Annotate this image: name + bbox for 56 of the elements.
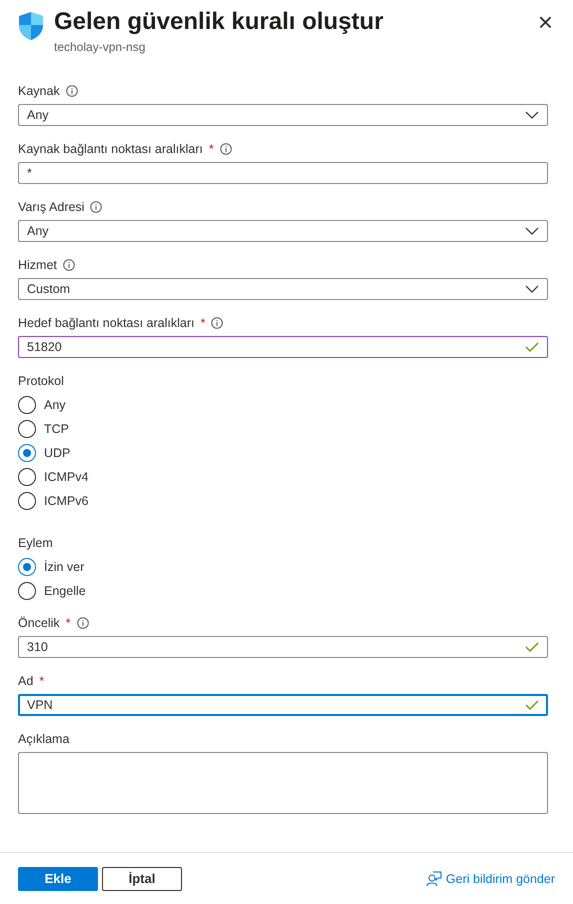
cancel-button[interactable]: İptal	[102, 866, 182, 890]
field-label: Protokol	[18, 374, 64, 388]
required-mark: *	[208, 142, 214, 156]
radio-option[interactable]: İzin ver	[18, 558, 548, 576]
field-label: Açıklama	[18, 732, 70, 746]
feedback-link[interactable]: Geri bildirim gönder	[420, 870, 561, 888]
required-mark: *	[39, 674, 44, 688]
field-label: Varış Adresi	[18, 200, 84, 214]
info-icon[interactable]	[76, 617, 89, 629]
radio-option[interactable]: ICMPv4	[18, 468, 548, 486]
radio-button[interactable]	[18, 396, 36, 414]
input-field[interactable]: VPN	[18, 694, 548, 716]
info-icon[interactable]	[211, 317, 224, 329]
dropdown[interactable]: Any	[18, 104, 548, 126]
close-button[interactable]: ×	[532, 8, 559, 36]
panel-subtitle: techolay-vpn-nsg	[54, 40, 146, 54]
shield-icon	[18, 11, 44, 41]
input-field[interactable]: 51820	[18, 336, 548, 358]
field-label: Kaynak	[18, 84, 60, 98]
panel-title: Gelen güvenlik kuralı oluştur	[54, 8, 384, 36]
feedback-icon	[426, 870, 442, 886]
radio-option[interactable]: ICMPv6	[18, 492, 548, 510]
chevron-down-icon	[525, 284, 539, 294]
radio-button[interactable]	[18, 558, 36, 576]
radio-button[interactable]	[18, 420, 36, 438]
check-icon	[525, 642, 539, 652]
radio-option[interactable]: Any	[18, 396, 548, 414]
required-mark: *	[200, 316, 206, 330]
field-label: Hizmet	[18, 258, 57, 272]
info-icon[interactable]	[220, 143, 232, 155]
check-icon	[525, 700, 539, 710]
dropdown[interactable]: Custom	[18, 278, 548, 300]
input-field[interactable]: 310	[18, 636, 548, 658]
field-label: Hedef bağlantı noktası aralıkları	[18, 316, 194, 330]
info-icon[interactable]	[62, 259, 75, 271]
radio-option[interactable]: UDP	[18, 444, 548, 462]
input-field[interactable]: *	[18, 162, 548, 184]
chevron-down-icon	[525, 226, 539, 236]
required-mark: *	[66, 616, 71, 630]
check-icon	[525, 342, 539, 352]
info-icon[interactable]	[90, 201, 102, 213]
radio-button[interactable]	[18, 492, 36, 510]
radio-button[interactable]	[18, 582, 36, 600]
field-label: Kaynak bağlantı noktası aralıkları	[18, 142, 203, 156]
radio-button[interactable]	[18, 468, 36, 486]
dropdown[interactable]: Any	[18, 220, 548, 242]
info-icon[interactable]	[66, 85, 78, 97]
radio-button[interactable]	[18, 444, 36, 462]
radio-option[interactable]: Engelle	[18, 582, 548, 600]
radio-option[interactable]: TCP	[18, 420, 548, 438]
chevron-down-icon	[525, 110, 539, 120]
add-button[interactable]: Ekle	[18, 866, 98, 890]
field-label: Öncelik	[18, 616, 60, 630]
text-area[interactable]	[18, 752, 548, 814]
field-label: Eylem	[18, 536, 53, 550]
field-label: Ad	[18, 674, 34, 688]
